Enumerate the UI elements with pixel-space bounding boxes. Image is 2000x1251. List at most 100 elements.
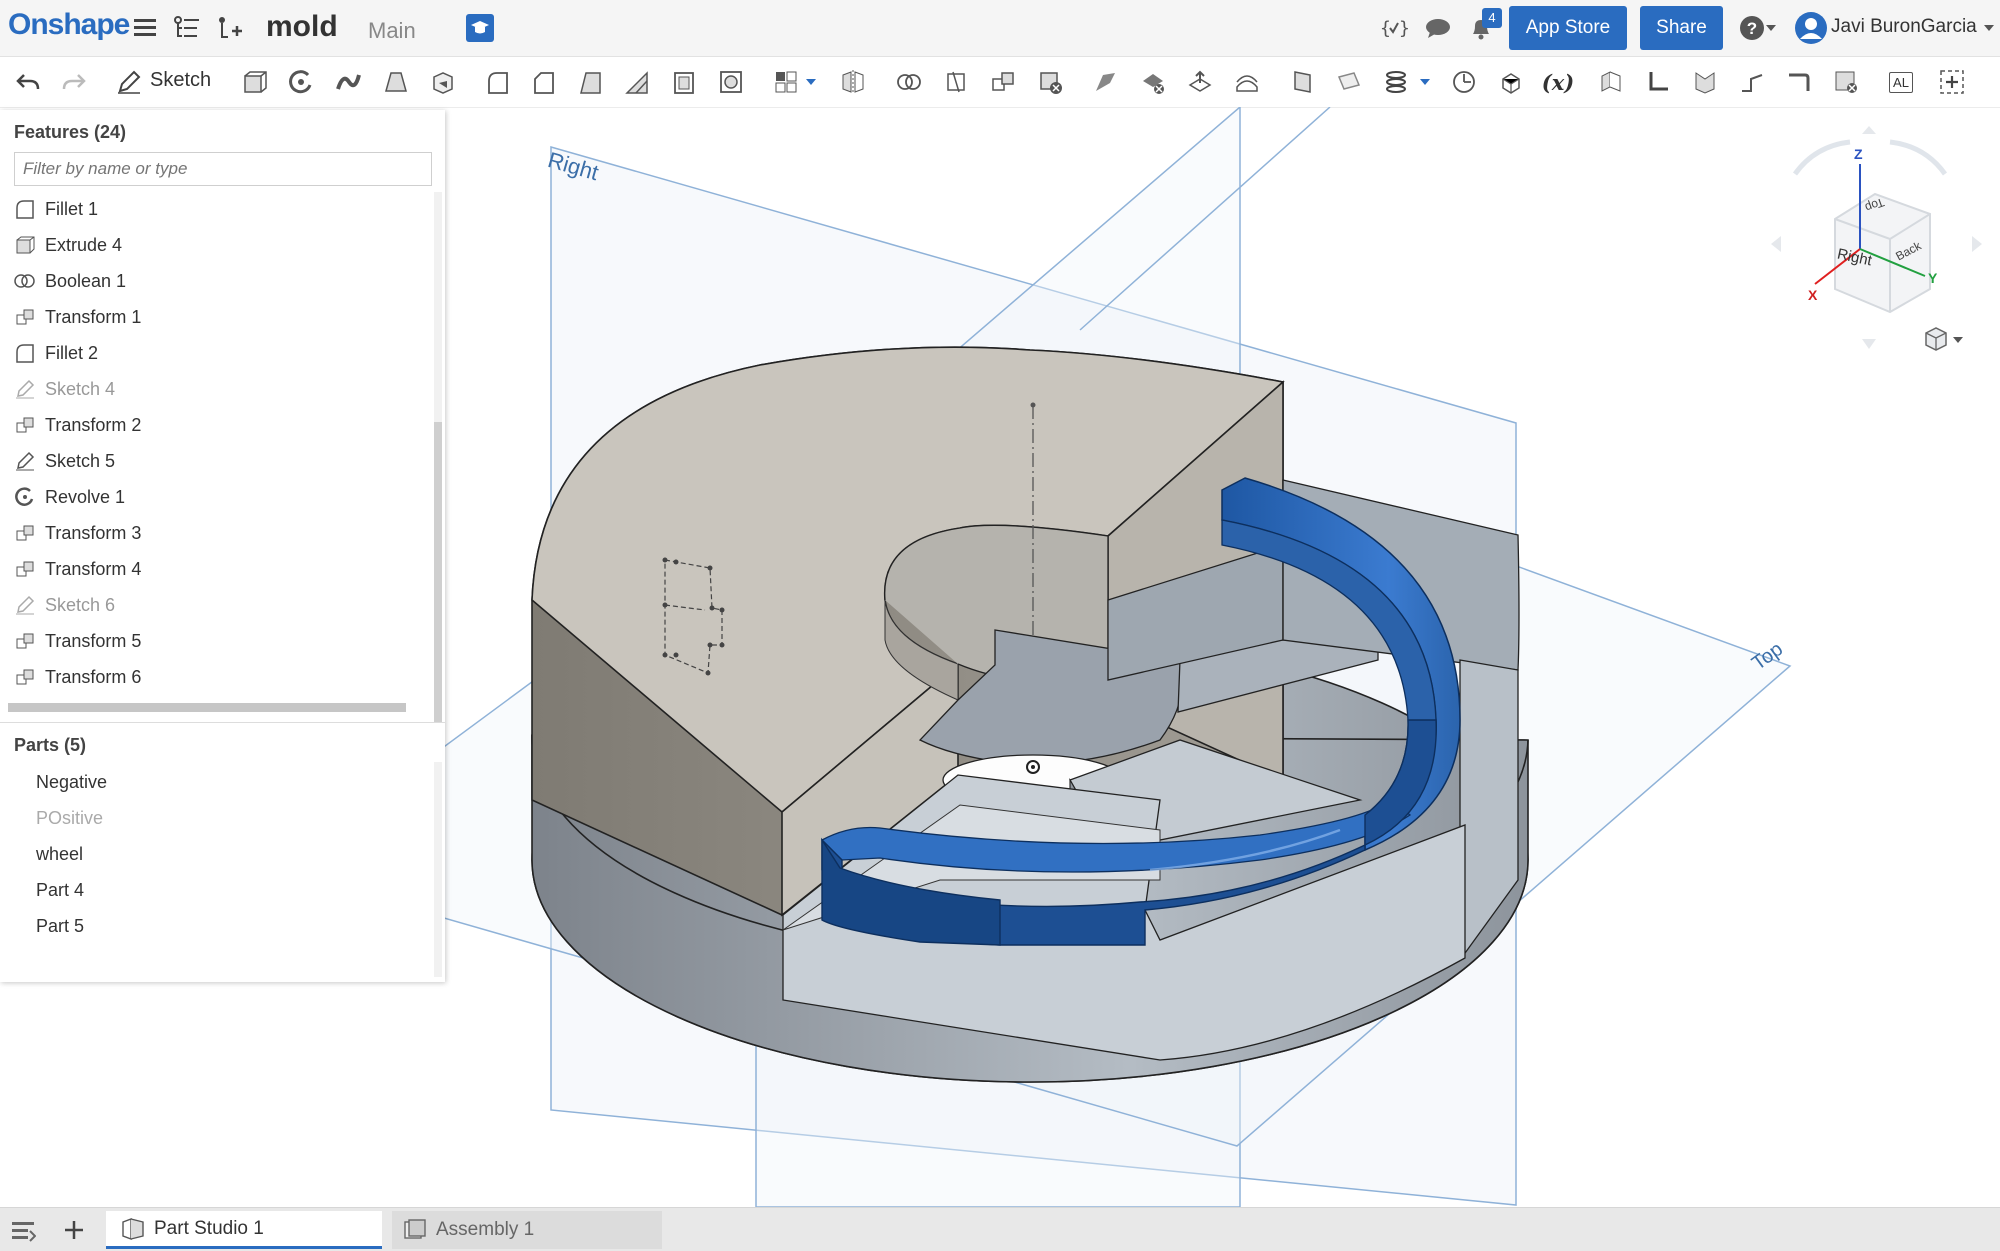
app-store-button[interactable]: App Store xyxy=(1509,6,1627,50)
user-dropdown-icon[interactable] xyxy=(1982,14,1996,42)
feature-item[interactable]: Fillet 2 xyxy=(14,338,98,368)
workspace-name[interactable]: Main xyxy=(368,18,416,44)
al-icon[interactable]: AL xyxy=(1886,67,1916,97)
transform-icon xyxy=(14,306,36,328)
thicken-icon[interactable] xyxy=(428,67,458,97)
add-tab-icon[interactable] xyxy=(62,1218,86,1242)
modify-fillet-icon[interactable] xyxy=(1091,67,1121,97)
variables-icon[interactable]: {} xyxy=(1378,14,1410,42)
mate-connector-icon[interactable] xyxy=(1334,67,1364,97)
feature-item[interactable]: Transform 4 xyxy=(14,554,141,584)
chamfer-icon[interactable] xyxy=(529,67,559,97)
view-cube[interactable]: Z X Y Right Top Back xyxy=(1765,124,1985,354)
move-face-icon[interactable] xyxy=(1185,67,1215,97)
tab-part-studio-1[interactable]: Part Studio 1 xyxy=(106,1211,382,1249)
features-vertical-scrollbar[interactable] xyxy=(434,192,442,722)
extrude-icon xyxy=(14,234,36,256)
extrude-icon[interactable] xyxy=(239,67,269,97)
features-horizontal-scrollbar[interactable] xyxy=(8,703,406,712)
feature-item[interactable]: Transform 6 xyxy=(14,662,141,692)
part-item[interactable]: Part 4 xyxy=(36,880,84,901)
sketch-icon[interactable] xyxy=(114,67,144,97)
feature-item[interactable]: Revolve 1 xyxy=(14,482,125,512)
mirror-icon[interactable] xyxy=(838,67,868,97)
feature-item[interactable]: Sketch 6 xyxy=(14,590,115,620)
delete-face-icon[interactable] xyxy=(1138,67,1168,97)
feature-item[interactable]: Boolean 1 xyxy=(14,266,126,296)
boolean-icon xyxy=(14,270,36,292)
notification-badge: 4 xyxy=(1482,8,1502,28)
comments-icon[interactable] xyxy=(1424,14,1452,42)
axis-z-label: Z xyxy=(1854,146,1863,162)
feature-item[interactable]: Transform 5 xyxy=(14,626,141,656)
insert-icon[interactable] xyxy=(216,14,244,42)
menu-icon[interactable] xyxy=(131,14,159,42)
parts-title: Parts (5) xyxy=(14,735,87,755)
flange-icon[interactable] xyxy=(1643,67,1673,97)
loft-icon[interactable] xyxy=(381,67,411,97)
user-name[interactable]: Javi BuronGarcia xyxy=(1831,16,1977,38)
plane-icon[interactable] xyxy=(1287,67,1317,97)
part-item[interactable]: POsitive xyxy=(36,808,103,829)
feature-filter-input[interactable] xyxy=(14,152,432,186)
replace-face-icon[interactable] xyxy=(1232,67,1262,97)
section-view-icon[interactable] xyxy=(1496,67,1526,97)
measure-icon[interactable] xyxy=(1449,67,1479,97)
feature-list-icon[interactable] xyxy=(173,14,201,42)
delete-part-icon[interactable] xyxy=(1035,67,1065,97)
helix-dropdown-icon[interactable] xyxy=(1418,67,1432,97)
assembly-icon xyxy=(402,1218,428,1242)
variable-icon[interactable]: (x) xyxy=(1540,67,1576,97)
learning-center-icon[interactable] xyxy=(466,14,494,42)
feature-item[interactable]: Fillet 1 xyxy=(14,194,98,224)
view-options-icon[interactable] xyxy=(1922,325,1963,355)
helix-icon[interactable] xyxy=(1381,67,1411,97)
fillet-icon[interactable] xyxy=(483,67,513,97)
sketch-icon xyxy=(14,450,36,472)
onshape-logo[interactable]: Onshape xyxy=(8,8,130,42)
tab-assembly-1[interactable]: Assembly 1 xyxy=(392,1211,662,1249)
variable-label: (x) xyxy=(1541,69,1575,95)
feature-item[interactable]: Extrude 4 xyxy=(14,230,122,260)
share-button[interactable]: Share xyxy=(1640,6,1723,50)
part-item[interactable]: wheel xyxy=(36,844,83,865)
split-icon[interactable] xyxy=(941,67,971,97)
undo-icon[interactable] xyxy=(13,67,43,97)
feature-item[interactable]: Sketch 4 xyxy=(14,374,115,404)
finish-sheet-metal-icon[interactable] xyxy=(1831,67,1861,97)
rib-icon[interactable] xyxy=(622,67,652,97)
transform-icon[interactable] xyxy=(988,67,1018,97)
help-icon[interactable]: ? xyxy=(1738,14,1766,42)
top-bar: Onshape mold Main {} 4 App Store Share ?… xyxy=(0,0,2000,57)
feature-item[interactable]: Transform 2 xyxy=(14,410,141,440)
sheet-metal-icon[interactable] xyxy=(1596,67,1626,97)
parts-scrollbar[interactable] xyxy=(434,762,442,977)
pattern-dropdown-icon[interactable] xyxy=(804,67,818,97)
revolve-icon xyxy=(14,486,36,508)
avatar[interactable] xyxy=(1794,11,1828,45)
add-custom-feature-icon[interactable] xyxy=(1937,67,1967,97)
transform-icon xyxy=(14,522,36,544)
document-name[interactable]: mold xyxy=(266,10,338,44)
revolve-icon[interactable] xyxy=(286,67,316,97)
shell-icon[interactable] xyxy=(669,67,699,97)
draft-icon[interactable] xyxy=(576,67,606,97)
pattern-icon[interactable] xyxy=(771,67,801,97)
svg-text:{: { xyxy=(1380,18,1391,39)
hole-icon[interactable] xyxy=(716,67,746,97)
bend-icon[interactable] xyxy=(1784,67,1814,97)
sweep-icon[interactable] xyxy=(333,67,363,97)
feature-item[interactable]: Sketch 5 xyxy=(14,446,115,476)
tab-icon[interactable] xyxy=(1737,67,1767,97)
fillet-icon xyxy=(14,342,36,364)
hem-icon[interactable] xyxy=(1690,67,1720,97)
feature-item[interactable]: Transform 3 xyxy=(14,518,141,548)
boolean-icon[interactable] xyxy=(894,67,924,97)
redo-icon[interactable] xyxy=(59,67,89,97)
sketch-button[interactable]: Sketch xyxy=(150,69,211,92)
part-item[interactable]: Negative xyxy=(36,772,107,793)
tab-manager-icon[interactable] xyxy=(10,1218,37,1242)
feature-item[interactable]: Transform 1 xyxy=(14,302,141,332)
part-item[interactable]: Part 5 xyxy=(36,916,84,937)
help-dropdown-icon[interactable] xyxy=(1764,14,1778,42)
